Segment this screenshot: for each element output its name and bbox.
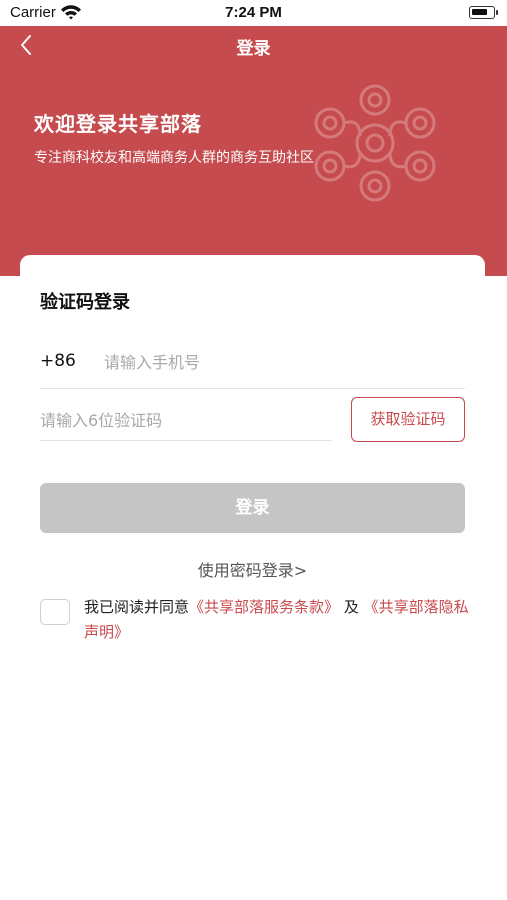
phone-input[interactable]	[104, 347, 454, 377]
battery-fill	[472, 9, 487, 15]
code-row	[40, 403, 332, 441]
agreement-prefix: 我已阅读并同意	[84, 598, 190, 616]
agreement-text: 我已阅读并同意《共享部落服务条款》 及 《共享部落隐私声明》	[84, 595, 474, 645]
header-banner: 登录 欢迎登录共享部落 专注商科校友和高端商务人群的商务互助社区	[0, 26, 507, 276]
cloud-pattern-emblem	[314, 84, 436, 202]
status-time: 7:24 PM	[225, 4, 282, 21]
terms-link[interactable]: 《共享部落服务条款》	[189, 598, 339, 616]
get-code-button[interactable]: 获取验证码	[351, 397, 465, 442]
login-method-title: 验证码登录	[40, 292, 130, 313]
status-bar: Carrier 7:24 PM	[0, 0, 507, 26]
agreement-conjunction: 及	[343, 598, 359, 616]
phone-row: +86	[40, 345, 465, 389]
verification-code-input[interactable]	[40, 405, 330, 435]
battery-icon	[469, 6, 498, 19]
agreement-checkbox[interactable]	[40, 599, 70, 625]
country-code[interactable]: +86	[40, 351, 76, 371]
login-card: 验证码登录 +86 获取验证码 登录 使用密码登录> 我已阅读并同意《共享部落服…	[20, 255, 485, 900]
page-title: 登录	[236, 39, 271, 59]
password-login-link[interactable]: 使用密码登录>	[20, 557, 485, 581]
welcome-title: 欢迎登录共享部落	[34, 112, 202, 136]
welcome-subtitle: 专注商科校友和高端商务人群的商务互助社区	[34, 150, 314, 166]
login-button[interactable]: 登录	[40, 483, 465, 533]
